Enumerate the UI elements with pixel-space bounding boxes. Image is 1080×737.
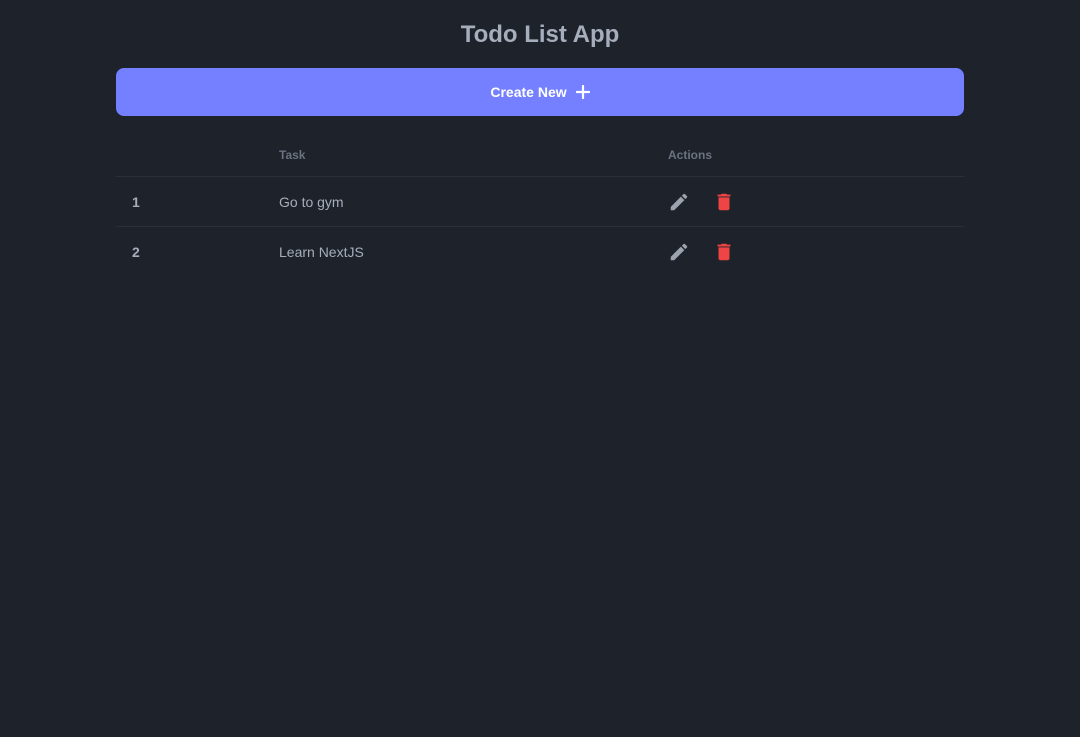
page: Todo List App Create New Task Actions 1 …	[0, 0, 1080, 737]
pencil-icon	[670, 193, 688, 210]
row-actions	[668, 227, 964, 277]
todo-table: Task Actions 1 Go to gym 2 Learn NextJS	[116, 134, 964, 276]
table-row: 1 Go to gym	[116, 176, 964, 227]
plus-icon	[575, 84, 590, 100]
task-text: Learn NextJS	[279, 243, 364, 260]
delete-button[interactable]	[713, 241, 735, 263]
task-text: Go to gym	[279, 176, 668, 227]
page-title: Todo List App	[460, 21, 620, 48]
pencil-icon	[670, 243, 688, 260]
trash-icon	[717, 193, 731, 210]
column-header-actions: Actions	[668, 134, 964, 177]
create-new-label: Create New	[490, 84, 567, 100]
delete-button[interactable]	[713, 191, 735, 213]
row-actions	[668, 176, 964, 227]
edit-button[interactable]	[668, 191, 690, 213]
row-number: 1	[116, 176, 279, 227]
column-header-number	[116, 134, 279, 177]
create-new-button[interactable]: Create New	[116, 68, 964, 116]
column-header-task: Task	[279, 134, 668, 177]
row-number: 2	[132, 243, 140, 260]
edit-button[interactable]	[668, 241, 690, 263]
table-header-row: Task Actions	[116, 134, 964, 177]
table-row: 2 Learn NextJS	[116, 227, 964, 277]
trash-icon	[717, 243, 731, 260]
